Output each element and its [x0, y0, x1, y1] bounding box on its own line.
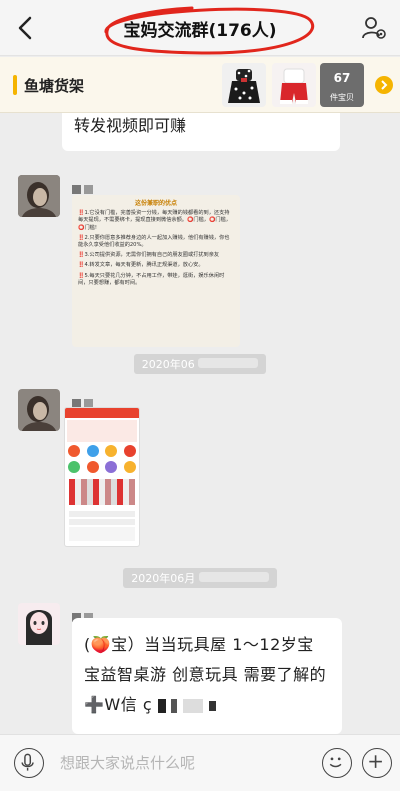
- group-settings-icon[interactable]: [360, 14, 388, 42]
- image-message[interactable]: 这份兼职的优点 ‼️1.它没有门槛，完善投资一分钱，每天赚的钱都看的到，还支持每…: [72, 195, 240, 347]
- shelf-product-thumb[interactable]: [222, 63, 266, 107]
- timestamp: 2020年06月: [0, 568, 400, 588]
- redacted-text: [208, 700, 216, 711]
- plus-icon[interactable]: [362, 748, 392, 778]
- shelf-title: 鱼塘货架: [24, 77, 85, 95]
- red-circle-annotation: [104, 6, 315, 55]
- emoji-icon[interactable]: [322, 748, 352, 778]
- message-text-tail: ç: [142, 695, 153, 714]
- sender-name-redacted: [72, 393, 96, 408]
- poster-line: ‼️5.每天只要花几分钟，不占用工作，带娃，逛街，娱乐休闲时间，只要想赚，都有时…: [78, 272, 225, 286]
- message-list[interactable]: 转发视频即可赚 这份兼职的优点 ‼️1.它没有门槛，完善投资一分钱，每天赚的钱都…: [0, 113, 400, 734]
- avatar[interactable]: [18, 389, 60, 431]
- input-bar: 想跟大家说点什么呢: [0, 734, 400, 791]
- image-message[interactable]: [64, 407, 140, 547]
- message-input[interactable]: 想跟大家说点什么呢: [60, 752, 195, 773]
- chevron-right-icon[interactable]: [374, 75, 394, 95]
- message-text: (🍑宝）当当玩具屋 1～12岁宝宝益智桌游 创意玩具 需要了解的 ➕W信: [84, 635, 327, 714]
- avatar[interactable]: [18, 175, 60, 217]
- shelf-more-thumb[interactable]: 67 件宝贝: [320, 63, 364, 107]
- shelf-product-thumb[interactable]: [272, 63, 316, 107]
- poster-line: ‼️4.转发文章，每天有更新，腾讯正规渠道，放心安。: [78, 262, 204, 269]
- message-bubble[interactable]: (🍑宝）当当玩具屋 1～12岁宝宝益智桌游 创意玩具 需要了解的 ➕W信 ç: [72, 618, 342, 734]
- timestamp: 2020年06: [0, 354, 400, 374]
- poster-line: ‼️2.只要你愿意多推荐身边的人一起加入赚钱，他们有赚钱，你也能永久享受他们收益…: [78, 234, 230, 249]
- poster-line: ‼️3.公司提供资源，无需你们拥有自己的朋友圈或打扰到亲友: [78, 252, 220, 259]
- shelf-banner[interactable]: 鱼塘货架 67 件宝贝: [0, 57, 400, 113]
- avatar[interactable]: [18, 603, 60, 645]
- shelf-accent-bar: [13, 75, 17, 95]
- poster-line: ‼️1.它没有门槛，完善投资一分钱，每天赚的钱都看的到，还支持每天提现，不需要绑…: [78, 210, 231, 231]
- message-bubble[interactable]: 转发视频即可赚: [62, 113, 340, 151]
- redacted-text: [182, 698, 203, 713]
- sender-name-redacted: [72, 607, 96, 622]
- chat-header: 宝妈交流群(176人): [0, 0, 400, 56]
- voice-icon[interactable]: [14, 748, 44, 778]
- poster-heading: 这份兼职的优点: [134, 200, 177, 207]
- sender-name-redacted: [72, 179, 96, 194]
- redacted-text: [171, 698, 178, 713]
- redacted-text: [157, 698, 166, 713]
